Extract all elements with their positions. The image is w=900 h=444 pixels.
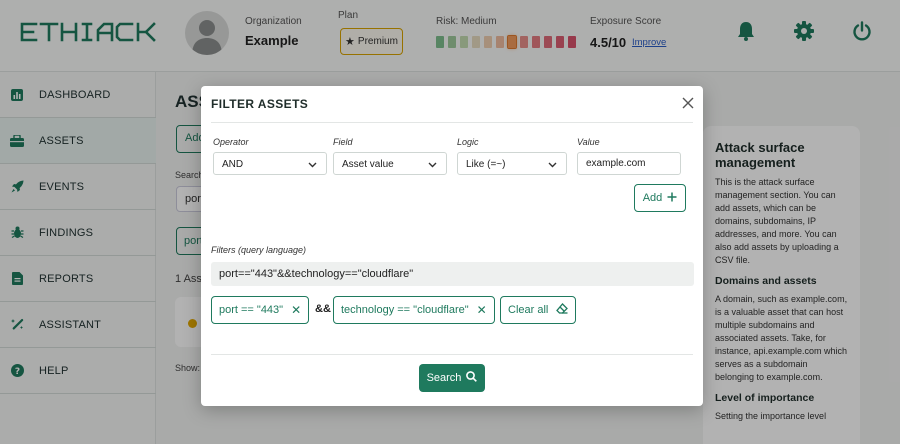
- chip-label: technology == "cloudflare": [341, 304, 469, 316]
- search-icon: [466, 371, 478, 385]
- field-select[interactable]: Asset value: [333, 152, 447, 175]
- divider: [211, 354, 693, 355]
- clear-all-label: Clear all: [508, 304, 549, 316]
- chevron-down-icon: [548, 160, 557, 171]
- logic-value: Like (=~): [466, 159, 506, 170]
- value-label: Value: [577, 137, 600, 147]
- operator-select[interactable]: AND: [213, 152, 327, 175]
- plus-icon: [667, 192, 677, 205]
- filter-chip-port[interactable]: port == "443" ✕: [211, 296, 310, 324]
- clear-all-button[interactable]: Clear all: [500, 296, 577, 324]
- query-input[interactable]: [211, 262, 694, 286]
- query-label: Filters (query language): [211, 245, 307, 255]
- search-button-label: Search: [426, 372, 462, 384]
- modal-title: FILTER ASSETS: [211, 97, 309, 111]
- add-button-label: Add: [642, 192, 663, 204]
- close-icon[interactable]: [681, 96, 695, 110]
- filter-assets-modal: FILTER ASSETS Operator AND Field Asset v…: [201, 86, 703, 406]
- add-filter-button[interactable]: Add: [634, 184, 686, 212]
- chip-joiner: &&: [315, 303, 331, 315]
- filter-chip-technology[interactable]: technology == "cloudflare" ✕: [333, 296, 495, 324]
- value-input[interactable]: [577, 152, 681, 175]
- remove-icon[interactable]: ✕: [291, 303, 301, 317]
- remove-icon[interactable]: ✕: [477, 303, 487, 317]
- logic-select[interactable]: Like (=~): [457, 152, 567, 175]
- logic-label: Logic: [457, 137, 479, 147]
- chip-label: port == "443": [219, 304, 284, 316]
- field-label: Field: [333, 137, 353, 147]
- eraser-icon: [556, 303, 569, 317]
- chevron-down-icon: [428, 160, 437, 171]
- field-value: Asset value: [342, 159, 394, 170]
- operator-value: AND: [222, 159, 244, 170]
- search-button[interactable]: Search: [419, 364, 485, 392]
- divider: [211, 122, 693, 123]
- operator-label: Operator: [213, 137, 249, 147]
- chevron-down-icon: [308, 160, 317, 171]
